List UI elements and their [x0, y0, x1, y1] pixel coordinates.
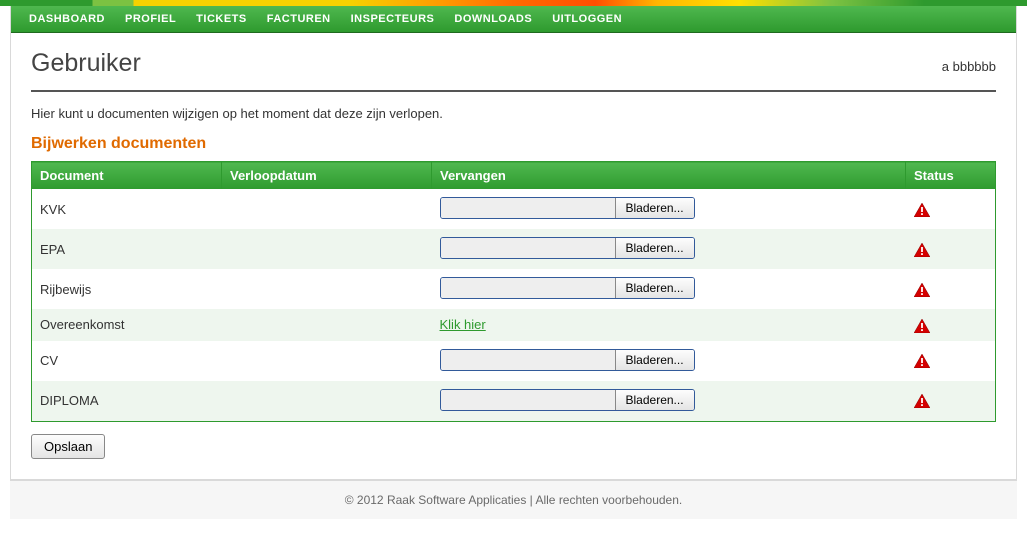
doc-status-cell	[906, 229, 996, 269]
nav-item-uitloggen[interactable]: UITLOGGEN	[542, 10, 632, 28]
browse-button[interactable]: Bladeren...	[616, 390, 694, 410]
browse-button[interactable]: Bladeren...	[616, 238, 694, 258]
th-status: Status	[906, 162, 996, 190]
doc-replace-cell: Bladeren...	[432, 341, 906, 381]
warning-icon	[914, 393, 930, 408]
warning-icon	[914, 317, 930, 332]
header-divider	[31, 90, 996, 92]
file-picker[interactable]: Bladeren...	[440, 389, 695, 411]
doc-replace-cell: Bladeren...	[432, 229, 906, 269]
main-nav: DASHBOARD PROFIEL TICKETS FACTUREN INSPE…	[11, 6, 1016, 33]
doc-date-cell	[222, 269, 432, 309]
doc-date-cell	[222, 189, 432, 229]
doc-status-cell	[906, 381, 996, 422]
doc-name-cell: EPA	[32, 229, 222, 269]
browse-button[interactable]: Bladeren...	[616, 350, 694, 370]
table-row: Rijbewijs Bladeren...	[32, 269, 996, 309]
current-user-label: a bbbbbb	[942, 59, 996, 74]
warning-icon	[914, 241, 930, 256]
section-title: Bijwerken documenten	[31, 135, 996, 153]
doc-replace-cell: Bladeren...	[432, 381, 906, 422]
doc-date-cell	[222, 229, 432, 269]
doc-date-cell	[222, 309, 432, 341]
page-title: Gebruiker	[31, 49, 141, 78]
th-vervangen: Vervangen	[432, 162, 906, 190]
warning-icon	[914, 201, 930, 216]
warning-icon	[914, 281, 930, 296]
table-row: Overeenkomst Klik hier	[32, 309, 996, 341]
file-path-field[interactable]	[441, 198, 616, 218]
th-document: Document	[32, 162, 222, 190]
browse-button[interactable]: Bladeren...	[616, 198, 694, 218]
th-verloopdatum: Verloopdatum	[222, 162, 432, 190]
table-row: DIPLOMA Bladeren...	[32, 381, 996, 422]
documents-table: Document Verloopdatum Vervangen Status K…	[31, 161, 996, 422]
doc-name-cell: Overeenkomst	[32, 309, 222, 341]
file-path-field[interactable]	[441, 238, 616, 258]
nav-item-facturen[interactable]: FACTUREN	[257, 10, 341, 28]
doc-date-cell	[222, 341, 432, 381]
file-path-field[interactable]	[441, 350, 616, 370]
file-path-field[interactable]	[441, 278, 616, 298]
nav-item-downloads[interactable]: DOWNLOADS	[444, 10, 542, 28]
doc-name-cell: KVK	[32, 189, 222, 229]
agreement-link[interactable]: Klik hier	[440, 317, 486, 332]
nav-item-profiel[interactable]: PROFIEL	[115, 10, 186, 28]
file-picker[interactable]: Bladeren...	[440, 277, 695, 299]
nav-item-dashboard[interactable]: DASHBOARD	[19, 10, 115, 28]
warning-icon	[914, 353, 930, 368]
browse-button[interactable]: Bladeren...	[616, 278, 694, 298]
doc-status-cell	[906, 309, 996, 341]
doc-replace-cell: Bladeren...	[432, 189, 906, 229]
doc-name-cell: CV	[32, 341, 222, 381]
table-row: EPA Bladeren...	[32, 229, 996, 269]
file-picker[interactable]: Bladeren...	[440, 237, 695, 259]
doc-status-cell	[906, 189, 996, 229]
table-row: CV Bladeren...	[32, 341, 996, 381]
nav-item-inspecteurs[interactable]: INSPECTEURS	[341, 10, 445, 28]
doc-replace-cell: Bladeren...	[432, 269, 906, 309]
file-picker[interactable]: Bladeren...	[440, 197, 695, 219]
doc-name-cell: Rijbewijs	[32, 269, 222, 309]
save-button[interactable]: Opslaan	[31, 434, 105, 459]
table-row: KVK Bladeren...	[32, 189, 996, 229]
footer-text: © 2012 Raak Software Applicaties | Alle …	[10, 480, 1017, 519]
file-picker[interactable]: Bladeren...	[440, 349, 695, 371]
doc-date-cell	[222, 381, 432, 422]
intro-text: Hier kunt u documenten wijzigen op het m…	[31, 106, 996, 121]
doc-replace-cell: Klik hier	[432, 309, 906, 341]
file-path-field[interactable]	[441, 390, 616, 410]
doc-status-cell	[906, 341, 996, 381]
doc-status-cell	[906, 269, 996, 309]
nav-item-tickets[interactable]: TICKETS	[186, 10, 257, 28]
doc-name-cell: DIPLOMA	[32, 381, 222, 422]
